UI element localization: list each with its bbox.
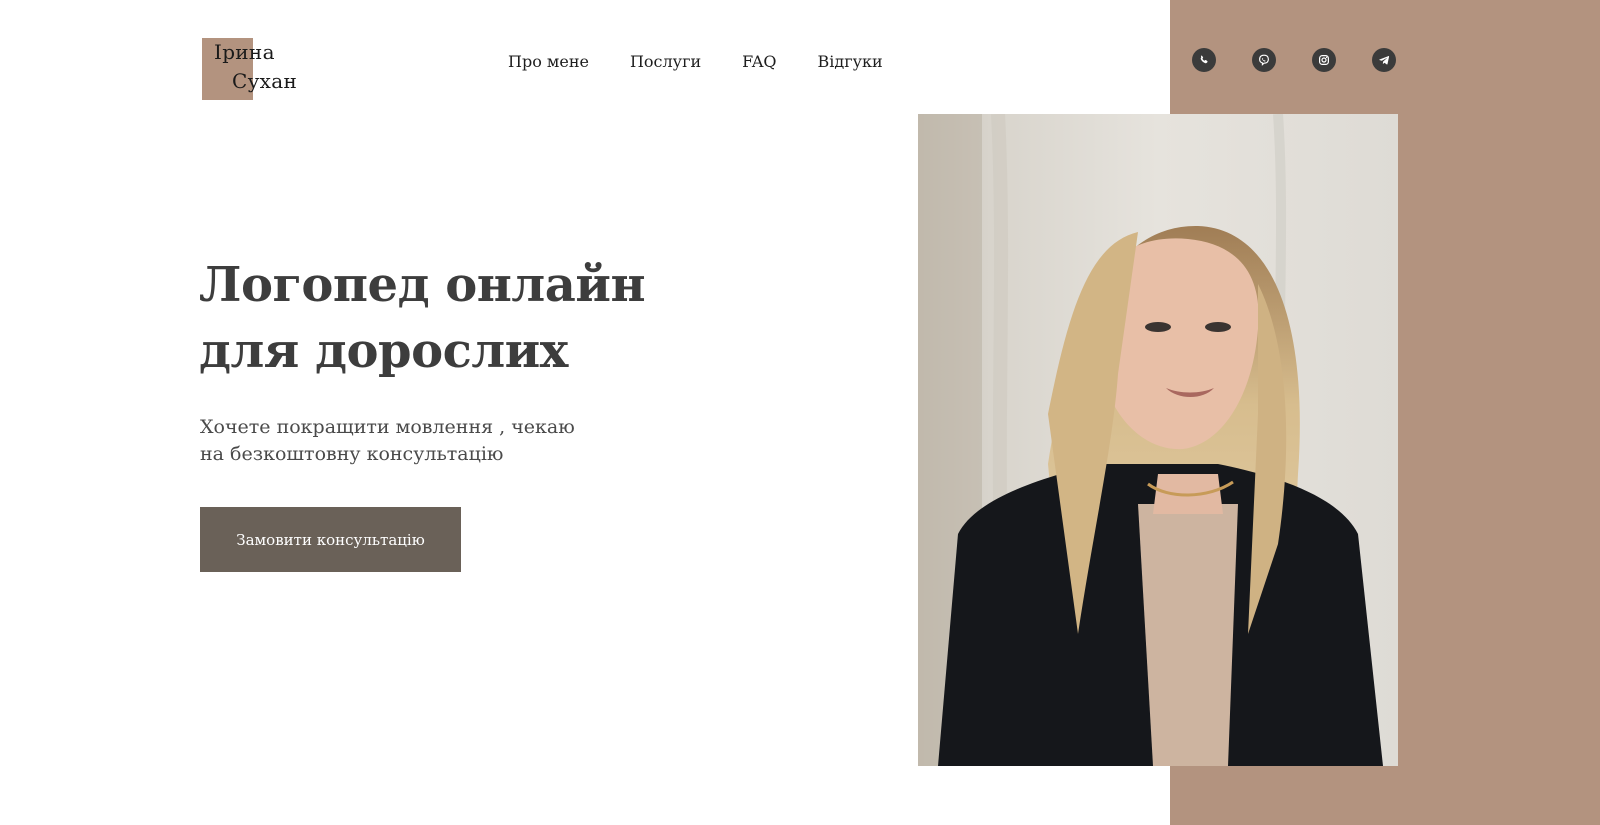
nav-item-about[interactable]: Про мене (508, 52, 589, 71)
telegram-icon[interactable] (1372, 48, 1396, 72)
viber-icon[interactable] (1252, 48, 1276, 72)
nav-item-faq[interactable]: FAQ (742, 52, 776, 71)
instagram-icon[interactable] (1312, 48, 1336, 72)
whatsapp-icon[interactable] (1192, 48, 1216, 72)
site-logo[interactable]: Ірина Сухан (202, 38, 312, 100)
order-consultation-button[interactable]: Замовити консультацію (200, 507, 461, 572)
nav-item-reviews[interactable]: Відгуки (818, 52, 883, 71)
main-nav: Про мене Послуги FAQ Відгуки (508, 52, 883, 71)
hero-subtitle: Хочете покращити мовлення , чекаю на без… (200, 416, 575, 465)
portrait-photo (918, 114, 1398, 766)
logo-first-name: Ірина (214, 40, 275, 64)
nav-item-services[interactable]: Послуги (630, 52, 701, 71)
logo-last-name: Сухан (232, 69, 298, 93)
social-links (1192, 48, 1396, 72)
hero-title: Логопед онлайн для дорослих (199, 257, 646, 379)
